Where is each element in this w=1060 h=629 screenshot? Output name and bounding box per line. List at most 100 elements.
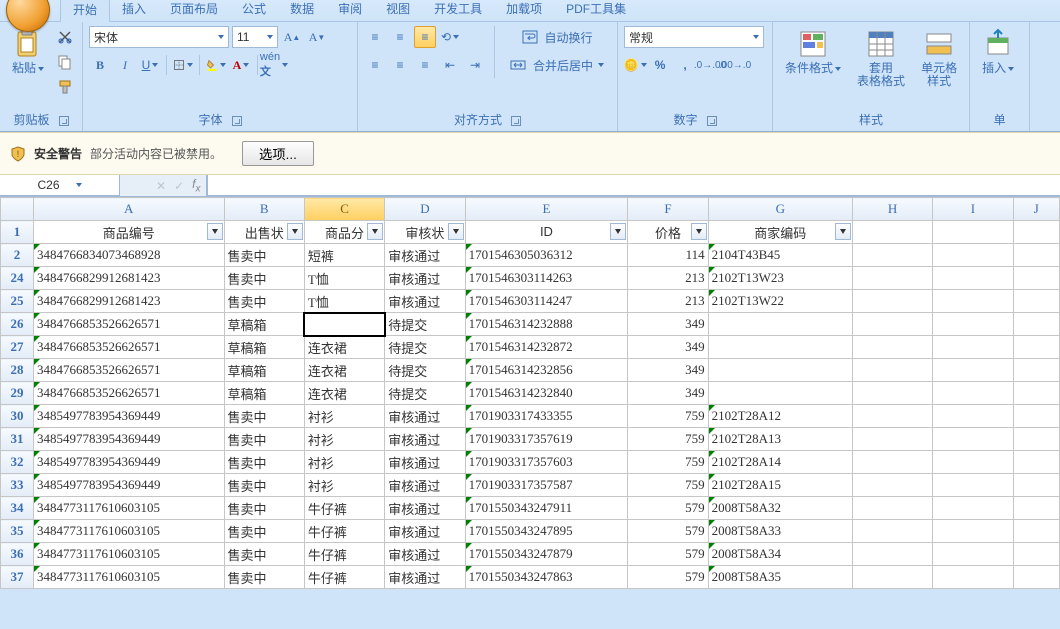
cell-I33[interactable] xyxy=(933,474,1013,497)
cell-B30[interactable]: 售卖中 xyxy=(224,405,304,428)
cell-A2[interactable]: 3484766834073468928 xyxy=(33,244,224,267)
cell-G32[interactable]: 2102T28A14 xyxy=(708,451,852,474)
cell-G2[interactable]: 2104T43B45 xyxy=(708,244,852,267)
row-header[interactable]: 37 xyxy=(1,566,34,589)
cell-E26[interactable]: 1701546314232888 xyxy=(465,313,628,336)
cell-F30[interactable]: 759 xyxy=(628,405,708,428)
cell-I28[interactable] xyxy=(933,359,1013,382)
formula-input[interactable] xyxy=(207,175,1060,196)
format-as-table-button[interactable]: 套用 表格格式 xyxy=(851,26,911,90)
cell-D36[interactable]: 审核通过 xyxy=(385,543,465,566)
column-header-B[interactable]: B xyxy=(224,198,304,221)
align-bottom-button[interactable]: ≡ xyxy=(414,26,436,48)
cell-A32[interactable]: 3485497783954369449 xyxy=(33,451,224,474)
cell-I30[interactable] xyxy=(933,405,1013,428)
merge-center-button[interactable]: 合并后居中 xyxy=(503,54,611,76)
cell-D25[interactable]: 审核通过 xyxy=(385,290,465,313)
column-header-H[interactable]: H xyxy=(852,198,932,221)
cell-F28[interactable]: 349 xyxy=(628,359,708,382)
row-header[interactable]: 25 xyxy=(1,290,34,313)
cell-C34[interactable]: 牛仔裤 xyxy=(304,497,384,520)
orientation-button[interactable]: ⟲ xyxy=(439,26,461,48)
enter-formula-icon[interactable]: ✓ xyxy=(174,179,184,193)
cell-H32[interactable] xyxy=(852,451,932,474)
cell-B25[interactable]: 售卖中 xyxy=(224,290,304,313)
decrease-decimal-button[interactable]: .00→.0 xyxy=(724,54,746,76)
cell-A37[interactable]: 3484773117610603105 xyxy=(33,566,224,589)
cell-H25[interactable] xyxy=(852,290,932,313)
cell-G33[interactable]: 2102T28A15 xyxy=(708,474,852,497)
cell-J26[interactable] xyxy=(1013,313,1059,336)
ribbon-tab-1[interactable]: 插入 xyxy=(110,0,158,21)
cell-D34[interactable]: 审核通过 xyxy=(385,497,465,520)
wrap-text-button[interactable]: 自动换行 xyxy=(503,26,611,48)
cell-B35[interactable]: 售卖中 xyxy=(224,520,304,543)
cell-I37[interactable] xyxy=(933,566,1013,589)
cell-I32[interactable] xyxy=(933,451,1013,474)
cell-H30[interactable] xyxy=(852,405,932,428)
cell-F27[interactable]: 349 xyxy=(628,336,708,359)
filter-button-F[interactable] xyxy=(691,223,707,240)
cell-B26[interactable]: 草稿箱 xyxy=(224,313,304,336)
cell-E31[interactable]: 1701903317357619 xyxy=(465,428,628,451)
filter-button-E[interactable] xyxy=(610,223,626,240)
align-right-button[interactable]: ≡ xyxy=(414,54,436,76)
cell-G27[interactable] xyxy=(708,336,852,359)
cell-D28[interactable]: 待提交 xyxy=(385,359,465,382)
clipboard-dialog-launcher[interactable] xyxy=(59,116,69,126)
copy-button[interactable] xyxy=(54,51,76,73)
ribbon-tab-5[interactable]: 审阅 xyxy=(326,0,374,21)
align-middle-button[interactable]: ≡ xyxy=(389,26,411,48)
cell-A26[interactable]: 3484766853526626571 xyxy=(33,313,224,336)
fx-icon[interactable]: fx xyxy=(192,177,200,194)
cell-E28[interactable]: 1701546314232856 xyxy=(465,359,628,382)
number-format-select[interactable]: 常规 xyxy=(624,26,764,48)
column-header-F[interactable]: F xyxy=(628,198,708,221)
worksheet-grid[interactable]: ABCDEFGHIJ 1商品编号出售状商品分审核状ID价格商家编码2348476… xyxy=(0,197,1060,589)
align-center-button[interactable]: ≡ xyxy=(389,54,411,76)
cell-H31[interactable] xyxy=(852,428,932,451)
cell-E35[interactable]: 1701550343247895 xyxy=(465,520,628,543)
filter-button-A[interactable] xyxy=(207,223,223,240)
cell-I25[interactable] xyxy=(933,290,1013,313)
cell-G28[interactable] xyxy=(708,359,852,382)
cell-I36[interactable] xyxy=(933,543,1013,566)
cell-F35[interactable]: 579 xyxy=(628,520,708,543)
cell-J35[interactable] xyxy=(1013,520,1059,543)
cell-A31[interactable]: 3485497783954369449 xyxy=(33,428,224,451)
cell-J25[interactable] xyxy=(1013,290,1059,313)
cell-C33[interactable]: 衬衫 xyxy=(304,474,384,497)
cell-B24[interactable]: 售卖中 xyxy=(224,267,304,290)
cell-F26[interactable]: 349 xyxy=(628,313,708,336)
cell-E24[interactable]: 1701546303114263 xyxy=(465,267,628,290)
cell-C2[interactable]: 短裤 xyxy=(304,244,384,267)
cell-E30[interactable]: 1701903317433355 xyxy=(465,405,628,428)
cell-D30[interactable]: 审核通过 xyxy=(385,405,465,428)
increase-font-button[interactable]: A▲ xyxy=(281,26,303,48)
percent-format-button[interactable]: % xyxy=(649,54,671,76)
fill-color-button[interactable] xyxy=(205,54,227,76)
cell-B29[interactable]: 草稿箱 xyxy=(224,382,304,405)
cell-G35[interactable]: 2008T58A33 xyxy=(708,520,852,543)
cell-E29[interactable]: 1701546314232840 xyxy=(465,382,628,405)
cut-button[interactable] xyxy=(54,26,76,48)
cancel-formula-icon[interactable]: ✕ xyxy=(156,179,166,193)
comma-format-button[interactable]: , xyxy=(674,54,696,76)
cell-D2[interactable]: 审核通过 xyxy=(385,244,465,267)
cell-D32[interactable]: 审核通过 xyxy=(385,451,465,474)
header-cell-I[interactable] xyxy=(933,221,1013,244)
cell-C35[interactable]: 牛仔裤 xyxy=(304,520,384,543)
number-dialog-launcher[interactable] xyxy=(707,116,717,126)
cell-F24[interactable]: 213 xyxy=(628,267,708,290)
header-cell-H[interactable] xyxy=(852,221,932,244)
header-cell-J[interactable] xyxy=(1013,221,1059,244)
cell-E25[interactable]: 1701546303114247 xyxy=(465,290,628,313)
cell-D31[interactable]: 审核通过 xyxy=(385,428,465,451)
cell-C26[interactable] xyxy=(304,313,384,336)
italic-button[interactable]: I xyxy=(114,54,136,76)
cell-G25[interactable]: 2102T13W22 xyxy=(708,290,852,313)
cell-J33[interactable] xyxy=(1013,474,1059,497)
increase-decimal-button[interactable]: .0→.00 xyxy=(699,54,721,76)
cell-F29[interactable]: 349 xyxy=(628,382,708,405)
align-left-button[interactable]: ≡ xyxy=(364,54,386,76)
